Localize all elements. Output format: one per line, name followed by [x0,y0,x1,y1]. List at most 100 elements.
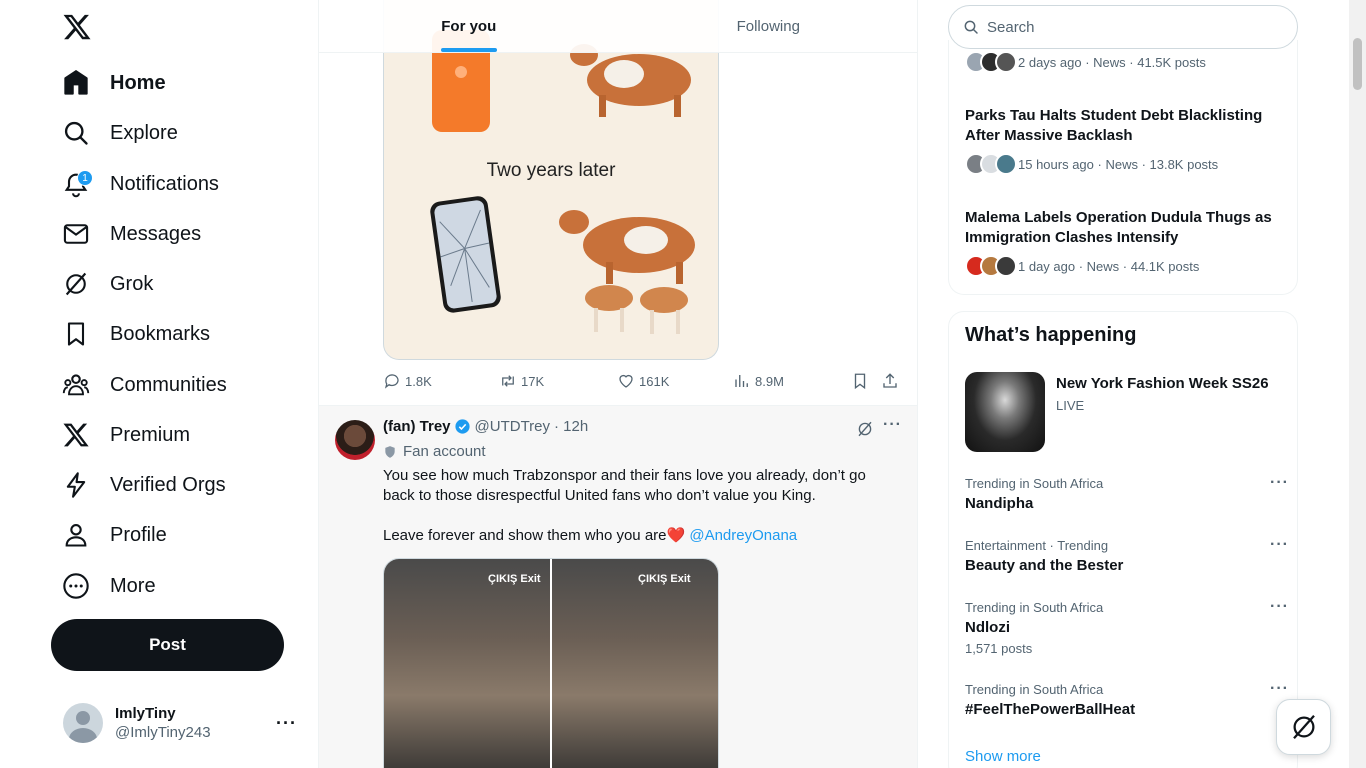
reply-count: 1.8K [405,373,432,389]
nav-explore[interactable]: Explore [62,115,178,151]
tweet[interactable]: (fan) Trey @UTDTrey · 12h ··· Fan accoun… [319,406,917,768]
trend-item[interactable]: Entertainment · Trending Beauty and the … [965,536,1288,574]
nav-label: Verified Orgs [110,473,226,496]
trend-name: Nandipha [965,495,1034,512]
nav-label: Grok [110,272,154,295]
news-meta: 1 day ago · News · 44.1K posts [965,255,1199,277]
more-dots-icon[interactable]: ··· [276,713,297,734]
scrollbar-thumb[interactable] [1353,38,1362,90]
trend-name: #FeelThePowerBallHeat [965,701,1136,718]
meme-caption: Two years later [486,160,616,181]
more-dots-icon[interactable]: ··· [1270,474,1289,492]
nav-label: Home [110,71,166,94]
tweet-actions: 1.8K 17K 161K 8.9M [383,372,903,392]
panel-title: What’s happening [965,324,1137,346]
news-panel: 2 days ago · News · 41.5K posts Parks Ta… [948,40,1298,295]
nav-verified-orgs[interactable]: Verified Orgs [62,467,226,503]
avatar[interactable] [335,420,375,460]
event-title: New York Fashion Week SS26 [1056,375,1269,392]
home-feed: For you Following Two years later 1.8K 1… [319,0,918,768]
nav-notifications[interactable]: 1 Notifications [62,166,219,202]
grok-icon [65,272,87,296]
more-dots-icon[interactable]: ··· [883,416,902,434]
show-more-link[interactable]: Show more [965,748,1041,765]
more-dots-icon[interactable]: ··· [1270,598,1289,616]
search-input[interactable] [987,18,1287,36]
nav-profile[interactable]: Profile [62,517,167,553]
heart-icon [619,374,633,388]
repost-count: 17K [521,373,545,389]
views-button[interactable]: 8.9M [733,372,784,390]
tweet-media-image[interactable]: Two years later [383,0,719,360]
cracked-phone-shape [430,196,501,313]
envelope-icon [63,224,89,244]
photo-right: ÇIKIŞ Exit [550,559,718,768]
live-event[interactable]: New York Fashion Week SS26 LIVE [965,372,1285,452]
tweet-media-image[interactable]: ÇIKIŞ Exit ÇIKIŞ Exit [383,558,719,768]
grok-icon [1292,715,1315,739]
post-button[interactable]: Post [51,619,284,671]
nav-home[interactable]: Home [62,65,166,101]
trend-context: Entertainment · Trending [965,538,1109,553]
trend-context: Trending in South Africa [965,476,1104,491]
views-count: 8.9M [755,373,784,389]
nav-bookmarks[interactable]: Bookmarks [62,316,210,352]
trend-context: Trending in South Africa [965,682,1104,697]
tab-for-you[interactable]: For you [319,0,619,52]
trend-item[interactable]: Trending in South Africa #FeelThePowerBa… [965,680,1288,718]
like-count: 161K [639,373,670,389]
nav-label: Messages [110,222,202,245]
author-handle[interactable]: @UTDTrey [475,418,551,435]
nav-more[interactable]: More [62,568,156,604]
nav-label: Notifications [110,172,219,195]
nav-label: Profile [110,523,167,546]
share-button[interactable] [881,372,903,390]
search-bar[interactable] [948,5,1298,49]
tweet-paragraph: You see how much Trabzonspor and their f… [383,467,866,504]
notification-badge: 1 [77,170,93,186]
author-name[interactable]: (fan) Trey [383,418,451,435]
nav-messages[interactable]: Messages [62,216,201,252]
share-icon [883,373,897,388]
tweet-time[interactable]: · 12h [554,418,588,435]
news-title[interactable]: Parks Tau Halts Student Debt Blacklistin… [965,106,1285,146]
page-scrollbar[interactable] [1349,0,1366,768]
account-handle: @ImlyTiny243 [115,724,211,741]
reply-button[interactable]: 1.8K [383,372,432,390]
avatar [995,51,1017,73]
lightning-icon [66,472,86,498]
notification-icon-wrap: 1 [62,170,93,198]
home-icon [64,70,88,95]
grok-icon[interactable] [856,420,874,438]
tweet-paragraph: Leave forever and show them who you are❤… [383,527,686,544]
whats-happening-panel: What’s happening New York Fashion Week S… [948,311,1298,768]
account-switcher[interactable]: ImlyTiny @ImlyTiny243 ··· [51,693,307,753]
bookmark-button[interactable] [851,372,873,390]
exit-sign-text: ÇIKIŞ Exit [638,573,691,585]
trend-item[interactable]: Trending in South Africa Nandipha ··· [965,474,1288,512]
nav-communities[interactable]: Communities [62,367,227,403]
repost-button[interactable]: 17K [499,372,544,390]
calf-shape [640,287,688,313]
reply-icon [384,374,399,389]
search-icon [964,20,978,34]
news-title[interactable]: Malema Labels Operation Dudula Thugs as … [965,208,1285,248]
tab-following[interactable]: Following [619,0,918,52]
trend-item[interactable]: Trending in South Africa Ndlozi 1,571 po… [965,598,1288,656]
bookmark-icon [854,373,866,390]
verified-badge-icon [454,419,470,434]
more-dots-icon[interactable]: ··· [1270,680,1289,698]
x-logo-icon[interactable] [62,12,92,42]
like-button[interactable]: 161K [617,372,669,390]
nav-label: More [110,574,156,597]
nav-premium[interactable]: Premium [62,417,190,453]
shield-icon [385,445,395,458]
grok-floating-button[interactable] [1276,699,1331,755]
person-icon [65,524,87,547]
people-icon [62,374,90,396]
nav-grok[interactable]: Grok [62,266,153,302]
avatar-stack [965,51,1017,73]
avatar [995,153,1017,175]
mention-link[interactable]: @AndreyOnana [689,527,797,544]
more-dots-icon[interactable]: ··· [1270,536,1289,554]
